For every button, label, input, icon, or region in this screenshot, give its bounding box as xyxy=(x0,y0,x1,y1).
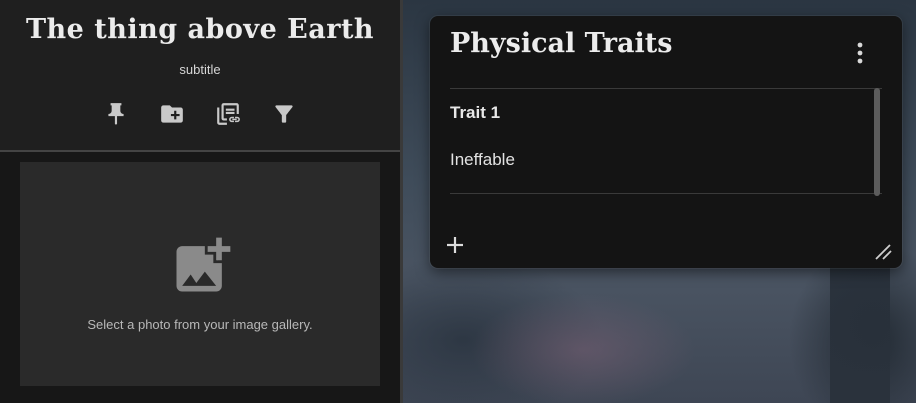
trait-label[interactable]: Trait 1 xyxy=(450,103,500,123)
page-title: The thing above Earth xyxy=(25,14,375,45)
image-gallery-picker[interactable]: Select a photo from your image gallery. xyxy=(20,162,380,386)
linked-library-button[interactable] xyxy=(214,100,242,128)
toolbar xyxy=(0,100,400,128)
scrollbar-thumb[interactable] xyxy=(874,88,880,196)
resize-handle-icon xyxy=(875,244,892,260)
pin-icon xyxy=(108,103,124,125)
filter-icon xyxy=(275,105,293,123)
pin-button[interactable] xyxy=(102,100,130,128)
add-trait-button[interactable] xyxy=(444,234,466,256)
add-folder-button[interactable] xyxy=(158,100,186,128)
card-title: Physical Traits xyxy=(450,28,673,59)
physical-traits-card: Physical Traits Trait 1 Ineffable xyxy=(430,16,902,268)
filter-button[interactable] xyxy=(270,100,298,128)
trait-value[interactable]: Ineffable xyxy=(450,150,515,170)
trait-list-scrollbar[interactable] xyxy=(874,88,880,196)
page-header: The thing above Earth subtitle xyxy=(0,0,400,152)
card-menu-button[interactable] xyxy=(850,40,870,66)
add-photo-icon xyxy=(168,232,236,300)
library-link-icon xyxy=(217,103,240,125)
trait-list: Trait 1 Ineffable xyxy=(450,88,882,194)
page-subtitle: subtitle xyxy=(179,62,221,77)
plus-icon xyxy=(447,237,463,253)
more-vertical-icon xyxy=(857,42,863,64)
card-resize-handle[interactable] xyxy=(874,242,892,260)
folder-add-icon xyxy=(161,105,183,123)
left-panel: The thing above Earth subtitle Select a … xyxy=(0,0,400,403)
gallery-prompt: Select a photo from your image gallery. xyxy=(87,317,313,332)
